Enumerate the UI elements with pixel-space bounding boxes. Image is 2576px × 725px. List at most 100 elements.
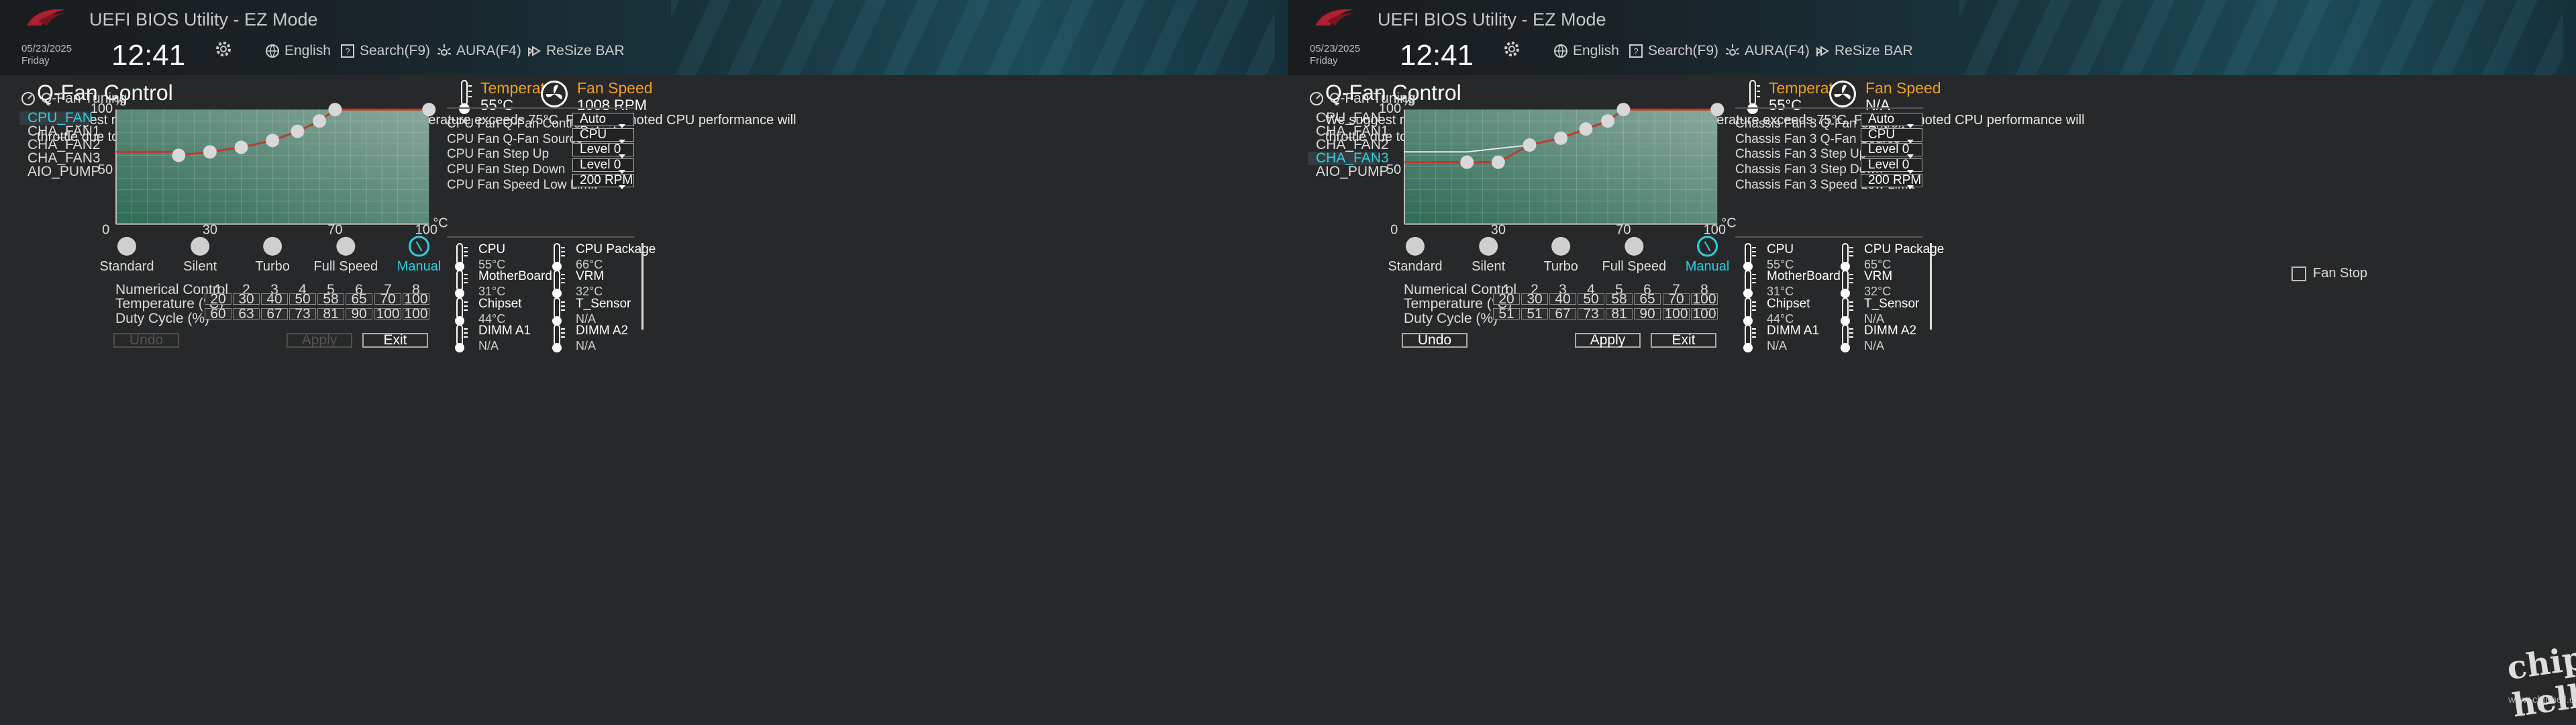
search-button[interactable]: ? Search(F9): [340, 43, 430, 59]
duty-input[interactable]: 100: [403, 307, 429, 321]
duty-input[interactable]: 100: [1663, 307, 1690, 321]
gear-icon[interactable]: [1502, 39, 1522, 59]
duty-input[interactable]: 63: [233, 307, 260, 321]
duty-input[interactable]: 51: [1521, 307, 1548, 321]
fan-item-cpu-fan[interactable]: CPU_FAN: [1308, 111, 1381, 125]
preset-knob[interactable]: [1479, 236, 1498, 256]
preset-knob[interactable]: [336, 236, 356, 256]
setting-dropdown[interactable]: Level 0: [572, 143, 634, 158]
preset-label[interactable]: Turbo: [255, 259, 290, 274]
duty-input[interactable]: 81: [317, 307, 344, 321]
temperature-input[interactable]: 50: [1578, 292, 1604, 306]
preset-label[interactable]: Standard: [99, 259, 154, 274]
preset-label[interactable]: Turbo: [1543, 259, 1578, 274]
temperature-input[interactable]: 100: [1691, 292, 1718, 306]
thermometer-icon: [552, 270, 565, 298]
apply-button[interactable]: Apply: [1575, 333, 1641, 348]
preset-label[interactable]: Standard: [1388, 259, 1442, 274]
undo-button[interactable]: Undo: [113, 333, 179, 348]
temperature-input[interactable]: 30: [233, 292, 260, 306]
preset-label[interactable]: Manual: [397, 259, 442, 274]
temperature-input[interactable]: 20: [1493, 292, 1520, 306]
fan-item-cha-fan2[interactable]: CHA_FAN2: [19, 138, 101, 152]
temperature-input[interactable]: 40: [261, 292, 288, 306]
duty-input[interactable]: 100: [374, 307, 401, 321]
temperature-input[interactable]: 58: [317, 292, 344, 306]
duty-input[interactable]: 51: [1493, 307, 1520, 321]
fan-item-cha-fan2[interactable]: CHA_FAN2: [1308, 138, 1389, 152]
preset-knob[interactable]: [191, 236, 210, 256]
search-button[interactable]: ? Search(F9): [1628, 43, 1718, 59]
resize-bar-button[interactable]: ReSize BAR: [1814, 43, 1913, 59]
setting-dropdown[interactable]: Level 0: [572, 158, 634, 174]
temperature-input[interactable]: 70: [374, 292, 401, 306]
fan-item-cha-fan3[interactable]: CHA_FAN3: [1308, 151, 1389, 165]
preset-knob[interactable]: [1405, 236, 1425, 256]
aura-button[interactable]: AURA(F4): [436, 43, 521, 59]
undo-button[interactable]: Undo: [1402, 333, 1467, 348]
preset-knob-active[interactable]: [1697, 236, 1718, 257]
duty-input[interactable]: 60: [205, 307, 231, 321]
duty-input[interactable]: 81: [1606, 307, 1633, 321]
temperature-input[interactable]: 20: [205, 292, 231, 306]
setting-dropdown[interactable]: Auto Detect: [572, 113, 634, 138]
aura-button[interactable]: AURA(F4): [1724, 43, 1810, 59]
preset-knob[interactable]: [1625, 236, 1644, 256]
apply-button[interactable]: Apply: [287, 333, 352, 348]
language-button[interactable]: English: [1553, 43, 1619, 59]
setting-dropdown[interactable]: Level 0: [1861, 143, 1922, 158]
fan-item-cha-fan1[interactable]: CHA_FAN1: [19, 124, 101, 138]
curve-point[interactable]: [1491, 155, 1505, 169]
preset-label[interactable]: Full Speed: [1602, 259, 1667, 274]
preset-knob[interactable]: [117, 236, 136, 256]
fan-item-aio-pump[interactable]: AIO_PUMP: [19, 164, 101, 179]
preset-label[interactable]: Manual: [1686, 259, 1730, 274]
duty-input[interactable]: 73: [1578, 307, 1604, 321]
duty-input[interactable]: 67: [261, 307, 288, 321]
curve-point[interactable]: [1460, 155, 1474, 169]
fan-item-cha-fan1[interactable]: CHA_FAN1: [1308, 124, 1389, 138]
setting-dropdown[interactable]: CPU: [572, 128, 634, 144]
curve-point[interactable]: [203, 145, 217, 159]
setting-dropdown[interactable]: 200 RPM: [1861, 174, 1922, 189]
preset-knob[interactable]: [263, 236, 282, 256]
qfan-tuning-button[interactable]: Q-Fan Tuning: [1309, 91, 1415, 107]
preset-knob-active[interactable]: [409, 236, 430, 257]
duty-input[interactable]: 90: [346, 307, 372, 321]
setting-dropdown[interactable]: Level 0: [1861, 158, 1922, 174]
temperature-input[interactable]: 40: [1549, 292, 1576, 306]
svg-text:?: ?: [1633, 46, 1638, 56]
duty-input[interactable]: 67: [1549, 307, 1576, 321]
preset-label[interactable]: Silent: [1472, 259, 1505, 274]
exit-button[interactable]: Exit: [1651, 333, 1716, 348]
reference-curve: [1404, 144, 1530, 153]
curve-point[interactable]: [172, 148, 186, 162]
preset-label[interactable]: Full Speed: [314, 259, 378, 274]
temperature-input[interactable]: 65: [346, 292, 372, 306]
language-button[interactable]: English: [264, 43, 331, 59]
preset-knob[interactable]: [1551, 236, 1571, 256]
fan-item-aio-pump[interactable]: AIO_PUMP: [1308, 164, 1389, 179]
fan-stop-checkbox[interactable]: Fan Stop: [2291, 266, 2367, 281]
duty-input[interactable]: 73: [289, 307, 316, 321]
setting-dropdown[interactable]: Auto Detect: [1861, 113, 1922, 138]
resize-bar-button[interactable]: ReSize BAR: [526, 43, 625, 59]
temperature-input[interactable]: 30: [1521, 292, 1548, 306]
setting-dropdown[interactable]: CPU: [1861, 128, 1922, 144]
temperature-input[interactable]: 65: [1634, 292, 1661, 306]
duty-input[interactable]: 90: [1634, 307, 1661, 321]
duty-input[interactable]: 100: [1691, 307, 1718, 321]
exit-button[interactable]: Exit: [362, 333, 428, 348]
temperature-input[interactable]: 50: [289, 292, 316, 306]
preset-label[interactable]: Silent: [183, 259, 217, 274]
sensor-scrollbar[interactable]: [641, 243, 643, 330]
fan-item-cha-fan3[interactable]: CHA_FAN3: [19, 151, 101, 165]
sensor-scrollbar[interactable]: [1930, 243, 1932, 330]
temperature-input[interactable]: 100: [403, 292, 429, 306]
temperature-input[interactable]: 70: [1663, 292, 1690, 306]
qfan-tuning-button[interactable]: Q-Fan Tuning: [21, 91, 127, 107]
gear-icon[interactable]: [213, 39, 234, 59]
setting-dropdown[interactable]: 200 RPM: [572, 174, 634, 189]
temperature-input[interactable]: 58: [1606, 292, 1633, 306]
fan-item-cpu-fan[interactable]: CPU_FAN: [19, 111, 93, 125]
